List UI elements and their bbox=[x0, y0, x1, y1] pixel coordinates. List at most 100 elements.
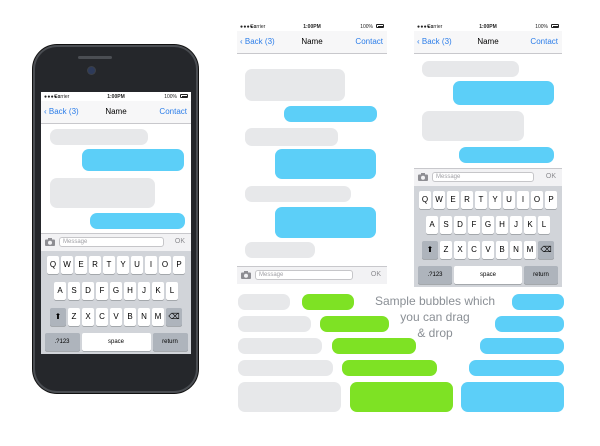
sample-blue-bubble[interactable] bbox=[512, 294, 564, 310]
sample-green-bubble[interactable] bbox=[302, 294, 354, 310]
key-n[interactable]: N bbox=[138, 308, 150, 326]
key-u[interactable]: U bbox=[131, 256, 143, 274]
key-c[interactable]: C bbox=[96, 308, 108, 326]
key-v[interactable]: V bbox=[110, 308, 122, 326]
incoming-bubble[interactable] bbox=[245, 69, 345, 101]
key-p[interactable]: P bbox=[173, 256, 185, 274]
outgoing-bubble[interactable] bbox=[284, 106, 377, 122]
contact-button[interactable]: Contact bbox=[530, 37, 558, 46]
sample-gray-bubble[interactable] bbox=[238, 360, 333, 376]
key-p[interactable]: P bbox=[545, 191, 557, 209]
outgoing-bubble[interactable] bbox=[90, 213, 185, 229]
key-q[interactable]: Q bbox=[47, 256, 59, 274]
key-c[interactable]: C bbox=[468, 241, 480, 259]
key-k[interactable]: K bbox=[524, 216, 536, 234]
key-w[interactable]: W bbox=[433, 191, 445, 209]
numbers-key[interactable]: .?123 bbox=[44, 333, 80, 351]
shift-key-icon[interactable]: ⬆ bbox=[50, 308, 66, 326]
outgoing-bubble[interactable] bbox=[275, 149, 376, 179]
key-a[interactable]: A bbox=[54, 282, 66, 300]
key-g[interactable]: G bbox=[110, 282, 122, 300]
contact-button[interactable]: Contact bbox=[355, 37, 383, 46]
sample-green-bubble[interactable] bbox=[342, 360, 437, 376]
sample-gray-bubble[interactable] bbox=[238, 382, 341, 412]
ok-button[interactable]: OK bbox=[546, 173, 556, 180]
key-r[interactable]: R bbox=[89, 256, 101, 274]
delete-key-icon[interactable]: ⌫ bbox=[166, 308, 182, 326]
key-j[interactable]: J bbox=[138, 282, 150, 300]
return-key[interactable]: return bbox=[524, 266, 558, 284]
message-input[interactable]: Message bbox=[59, 237, 164, 247]
key-b[interactable]: B bbox=[124, 308, 136, 326]
incoming-bubble[interactable] bbox=[245, 242, 315, 258]
incoming-bubble[interactable] bbox=[245, 186, 351, 202]
incoming-bubble[interactable] bbox=[422, 111, 524, 141]
space-key[interactable]: space bbox=[81, 333, 151, 351]
sample-gray-bubble[interactable] bbox=[238, 316, 311, 332]
key-h[interactable]: H bbox=[124, 282, 136, 300]
key-r[interactable]: R bbox=[461, 191, 473, 209]
key-e[interactable]: E bbox=[447, 191, 459, 209]
incoming-bubble[interactable] bbox=[50, 129, 148, 145]
camera-icon[interactable] bbox=[418, 173, 428, 181]
space-key[interactable]: space bbox=[454, 266, 522, 284]
key-y[interactable]: Y bbox=[117, 256, 129, 274]
key-s[interactable]: S bbox=[440, 216, 452, 234]
numbers-key[interactable]: .?123 bbox=[418, 266, 452, 284]
sample-gray-bubble[interactable] bbox=[238, 338, 322, 354]
outgoing-bubble[interactable] bbox=[453, 81, 554, 105]
key-x[interactable]: X bbox=[454, 241, 466, 259]
key-m[interactable]: M bbox=[152, 308, 164, 326]
sample-green-bubble[interactable] bbox=[350, 382, 453, 412]
key-d[interactable]: D bbox=[454, 216, 466, 234]
key-g[interactable]: G bbox=[482, 216, 494, 234]
sample-blue-bubble[interactable] bbox=[469, 360, 564, 376]
key-o[interactable]: O bbox=[531, 191, 543, 209]
camera-icon[interactable] bbox=[241, 271, 251, 279]
delete-key-icon[interactable]: ⌫ bbox=[538, 241, 554, 259]
sample-blue-bubble[interactable] bbox=[461, 382, 564, 412]
incoming-bubble[interactable] bbox=[245, 128, 338, 146]
outgoing-bubble[interactable] bbox=[275, 207, 376, 238]
key-q[interactable]: Q bbox=[419, 191, 431, 209]
key-z[interactable]: Z bbox=[68, 308, 80, 326]
key-x[interactable]: X bbox=[82, 308, 94, 326]
sample-gray-bubble[interactable] bbox=[238, 294, 290, 310]
key-u[interactable]: U bbox=[503, 191, 515, 209]
key-s[interactable]: S bbox=[68, 282, 80, 300]
key-e[interactable]: E bbox=[75, 256, 87, 274]
key-y[interactable]: Y bbox=[489, 191, 501, 209]
key-j[interactable]: J bbox=[510, 216, 522, 234]
key-o[interactable]: O bbox=[159, 256, 171, 274]
ok-button[interactable]: OK bbox=[371, 271, 381, 278]
key-w[interactable]: W bbox=[61, 256, 73, 274]
key-d[interactable]: D bbox=[82, 282, 94, 300]
key-k[interactable]: K bbox=[152, 282, 164, 300]
key-f[interactable]: F bbox=[468, 216, 480, 234]
key-f[interactable]: F bbox=[96, 282, 108, 300]
key-t[interactable]: T bbox=[103, 256, 115, 274]
outgoing-bubble[interactable] bbox=[459, 147, 554, 163]
key-l[interactable]: L bbox=[538, 216, 550, 234]
return-key[interactable]: return bbox=[152, 333, 188, 351]
ok-button[interactable]: OK bbox=[175, 238, 185, 245]
shift-key-icon[interactable]: ⬆ bbox=[422, 241, 438, 259]
key-l[interactable]: L bbox=[166, 282, 178, 300]
incoming-bubble[interactable] bbox=[50, 178, 155, 208]
key-i[interactable]: I bbox=[145, 256, 157, 274]
key-z[interactable]: Z bbox=[440, 241, 452, 259]
key-v[interactable]: V bbox=[482, 241, 494, 259]
camera-icon[interactable] bbox=[45, 238, 55, 246]
key-b[interactable]: B bbox=[496, 241, 508, 259]
message-input[interactable]: Message bbox=[255, 270, 353, 280]
message-input[interactable]: Message bbox=[432, 172, 534, 182]
key-m[interactable]: M bbox=[524, 241, 536, 259]
key-n[interactable]: N bbox=[510, 241, 522, 259]
incoming-bubble[interactable] bbox=[422, 61, 519, 77]
outgoing-bubble[interactable] bbox=[82, 149, 184, 171]
contact-button[interactable]: Contact bbox=[159, 107, 187, 116]
key-h[interactable]: H bbox=[496, 216, 508, 234]
key-i[interactable]: I bbox=[517, 191, 529, 209]
key-a[interactable]: A bbox=[426, 216, 438, 234]
key-t[interactable]: T bbox=[475, 191, 487, 209]
